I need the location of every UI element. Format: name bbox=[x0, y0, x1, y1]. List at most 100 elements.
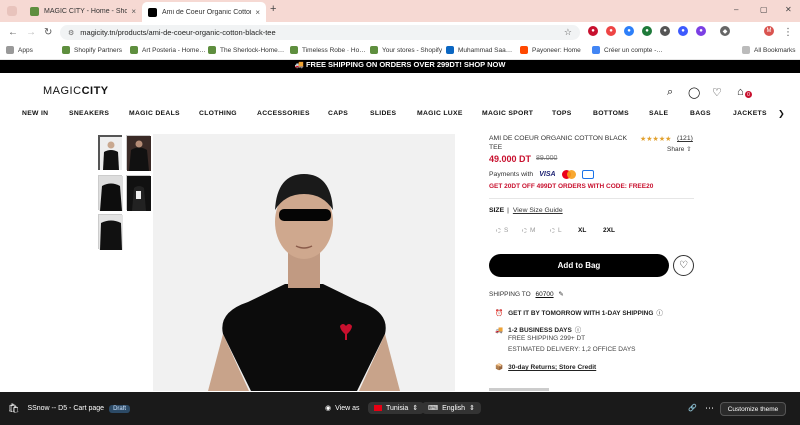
bookmark-item[interactable]: Créer un compte -… bbox=[592, 46, 663, 54]
returns-row[interactable]: 📦 30-day Returns; Store Credit bbox=[495, 363, 596, 371]
bookmark-item[interactable]: Timeless Robe · Ho… bbox=[290, 46, 366, 54]
tab-title: MAGIC CITY - Home - Shopify bbox=[44, 7, 128, 15]
thumbnail-image[interactable] bbox=[98, 214, 123, 250]
close-window-button[interactable]: ✕ bbox=[785, 5, 792, 14]
more-options-icon[interactable]: ⋯ bbox=[705, 403, 714, 414]
bookmark-item[interactable]: Payoneer: Home bbox=[520, 46, 581, 54]
profile-avatar[interactable]: M bbox=[764, 26, 774, 36]
nav-slides[interactable]: SLIDES bbox=[370, 110, 396, 117]
size-option-m[interactable]: M bbox=[522, 227, 535, 234]
browser-menu-icon[interactable]: ⋮ bbox=[783, 27, 793, 38]
language-selector[interactable]: ⌨ English ⇕ bbox=[422, 402, 481, 414]
nav-magic-sport[interactable]: MAGIC SPORT bbox=[482, 110, 533, 117]
bookmark-item[interactable]: The Sherlock-Home… bbox=[208, 46, 284, 54]
nav-jackets[interactable]: JACKETS bbox=[733, 110, 767, 117]
extension-icon[interactable]: ● bbox=[678, 26, 688, 36]
bookmark-star-icon[interactable]: ☆ bbox=[564, 27, 572, 38]
extension-icon[interactable]: ● bbox=[606, 26, 616, 36]
cart-bag-icon[interactable]: ⌂ bbox=[737, 86, 744, 98]
minimize-button[interactable]: – bbox=[734, 5, 738, 14]
section-divider bbox=[489, 388, 549, 391]
size-label-row: SIZE | View Size Guide bbox=[489, 207, 563, 214]
info-icon[interactable]: ⓘ bbox=[656, 310, 663, 317]
nav-caps[interactable]: CAPS bbox=[328, 110, 348, 117]
site-logo[interactable]: MAGICCITY bbox=[43, 85, 109, 97]
customize-theme-button[interactable]: Customize theme bbox=[720, 402, 786, 416]
shipping-zip-link[interactable]: 60700 bbox=[535, 291, 553, 298]
all-bookmarks[interactable]: All Bookmarks bbox=[742, 46, 796, 54]
reload-icon[interactable]: ↻ bbox=[44, 27, 52, 38]
bookmark-label: Payoneer: Home bbox=[532, 46, 581, 54]
edit-icon[interactable]: ✎ bbox=[558, 291, 563, 298]
tab-product-page[interactable]: Ami de Coeur Organic Cotton B × bbox=[142, 2, 266, 22]
address-bar[interactable]: ⚙ magicity.tn/products/ami-de-coeur-orga… bbox=[60, 25, 580, 40]
extension-icon[interactable]: ● bbox=[642, 26, 652, 36]
site-info-icon[interactable]: ⚙ bbox=[68, 29, 74, 37]
bookmark-item[interactable]: Art Posteria - Home… bbox=[130, 46, 206, 54]
nav-sale[interactable]: SALE bbox=[649, 110, 668, 117]
review-count-link[interactable]: (121) bbox=[677, 135, 693, 142]
nav-next-arrow-icon[interactable]: ❯ bbox=[778, 109, 785, 118]
bookmark-item[interactable]: Shopify Partners bbox=[62, 46, 122, 54]
size-option-xl[interactable]: XL bbox=[578, 227, 586, 234]
back-arrow-icon[interactable]: ← bbox=[8, 27, 18, 38]
tab-magic-city-home[interactable]: MAGIC CITY - Home - Shopify × bbox=[24, 2, 142, 20]
nav-new-in[interactable]: NEW IN bbox=[22, 110, 48, 117]
extensions-puzzle-icon[interactable]: ◆ bbox=[720, 26, 730, 36]
bookmark-apps[interactable]: Apps bbox=[6, 46, 33, 54]
forward-arrow-icon[interactable]: → bbox=[26, 27, 36, 38]
logo-magic: MAGIC bbox=[43, 85, 82, 97]
card-icon bbox=[581, 170, 594, 179]
delivery-tomorrow-text: GET IT BY TOMORROW WITH 1-DAY SHIPPING bbox=[508, 310, 654, 317]
close-tab-icon[interactable]: × bbox=[255, 8, 260, 17]
browser-tab-bar: MAGIC CITY - Home - Shopify × Ami de Coe… bbox=[0, 0, 800, 22]
nav-magic-luxe[interactable]: MAGIC LUXE bbox=[417, 110, 463, 117]
bookmark-item[interactable]: Muhammad Saa… bbox=[446, 46, 512, 54]
maximize-button[interactable]: ▢ bbox=[760, 5, 768, 14]
close-tab-icon[interactable]: × bbox=[131, 7, 136, 16]
extension-icon[interactable]: ● bbox=[660, 26, 670, 36]
link-icon[interactable]: 🔗 bbox=[688, 404, 697, 412]
delivery-days-row: 🚚 1-2 BUSINESS DAYS ⓘ bbox=[495, 324, 581, 334]
bookmarks-bar: Apps Shopify Partners Art Posteria - Hom… bbox=[0, 43, 800, 60]
divider bbox=[489, 198, 694, 199]
size-text: S bbox=[504, 227, 509, 234]
thumbnail-image[interactable] bbox=[126, 175, 151, 211]
new-tab-button[interactable]: + bbox=[270, 3, 276, 15]
thumbnail-image[interactable] bbox=[98, 175, 123, 211]
mastercard-icon bbox=[561, 170, 576, 179]
share-button[interactable]: Share ⇧ bbox=[667, 145, 692, 153]
tab-search-icon[interactable] bbox=[7, 6, 17, 16]
thumbnail-image[interactable] bbox=[126, 135, 151, 171]
nav-magic-deals[interactable]: MAGIC DEALS bbox=[129, 110, 180, 117]
nav-clothing[interactable]: CLOTHING bbox=[199, 110, 237, 117]
search-icon[interactable]: ⌕ bbox=[667, 86, 673, 99]
country-selector[interactable]: Tunisia ⇕ bbox=[368, 402, 425, 414]
delivery-tomorrow-row: ⏰ GET IT BY TOMORROW WITH 1-DAY SHIPPING ⓘ bbox=[495, 307, 663, 317]
wishlist-heart-icon[interactable]: ♡ bbox=[712, 86, 722, 99]
info-icon[interactable]: ⓘ bbox=[575, 327, 582, 334]
add-to-bag-button[interactable]: Add to Bag bbox=[489, 254, 669, 277]
main-product-image[interactable] bbox=[153, 134, 455, 391]
size-option-l[interactable]: L bbox=[550, 227, 562, 234]
nav-bags[interactable]: BAGS bbox=[690, 110, 711, 117]
rating-stars[interactable]: ★★★★★ bbox=[640, 135, 671, 143]
extension-icon[interactable]: ● bbox=[588, 26, 598, 36]
size-guide-link[interactable]: View Size Guide bbox=[513, 207, 563, 214]
thumbnail-image[interactable] bbox=[98, 135, 122, 170]
extension-icon[interactable]: ● bbox=[696, 26, 706, 36]
nav-sneakers[interactable]: SNEAKERS bbox=[69, 110, 109, 117]
account-icon[interactable]: ◯ bbox=[688, 86, 700, 99]
nav-tops[interactable]: TOPS bbox=[552, 110, 572, 117]
promo-banner[interactable]: 🚚 FREE SHIPPING ON ORDERS OVER 299DT! SH… bbox=[0, 60, 800, 73]
eye-icon: ◉ bbox=[325, 405, 332, 412]
nav-accessories[interactable]: ACCESSORIES bbox=[257, 110, 310, 117]
extension-icon[interactable]: ● bbox=[624, 26, 634, 36]
nav-bottoms[interactable]: BOTTOMS bbox=[593, 110, 629, 117]
shopify-icon bbox=[130, 46, 138, 54]
bookmark-item[interactable]: Your stores - Shopify bbox=[370, 46, 442, 54]
wishlist-button[interactable]: ♡ bbox=[673, 255, 694, 276]
size-option-2xl[interactable]: 2XL bbox=[603, 227, 615, 234]
returns-text: 30-day Returns; Store Credit bbox=[508, 364, 597, 371]
size-option-s[interactable]: S bbox=[496, 227, 508, 234]
